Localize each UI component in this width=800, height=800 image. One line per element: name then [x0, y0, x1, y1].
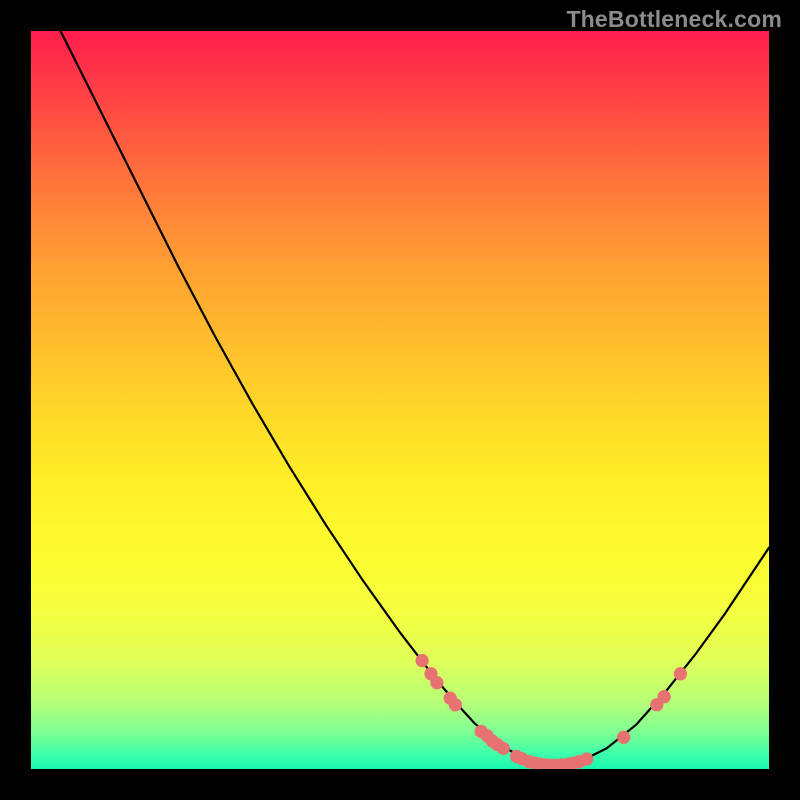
gradient-bg [31, 31, 769, 769]
chart-frame: TheBottleneck.com [0, 0, 800, 800]
watermark-text: TheBottleneck.com [566, 6, 782, 33]
plot-area [31, 31, 769, 769]
